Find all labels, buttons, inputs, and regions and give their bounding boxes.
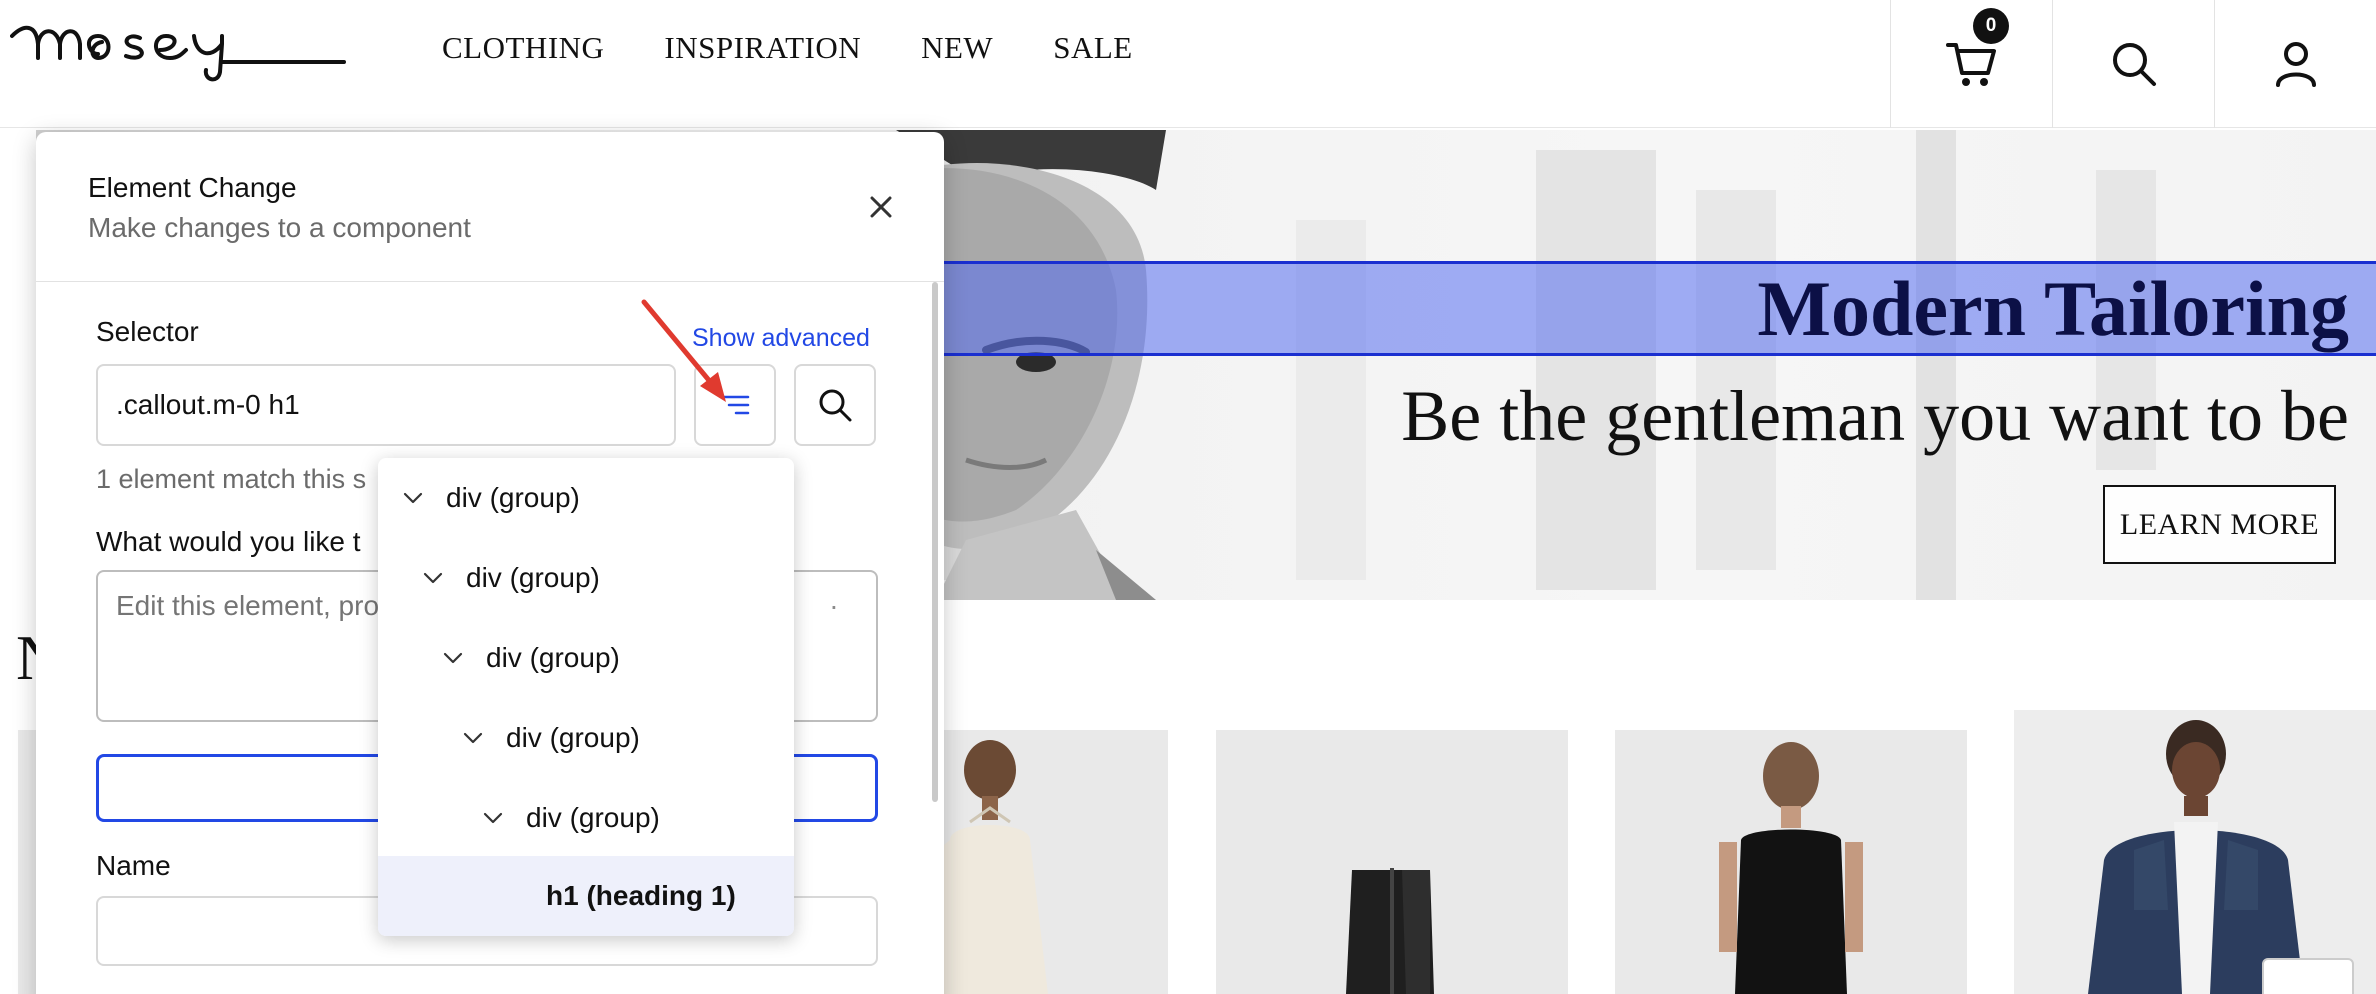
product-card[interactable] [1615, 730, 1967, 994]
panel-scrollbar[interactable] [932, 282, 938, 802]
tree-item[interactable]: div (group) [378, 458, 794, 538]
selector-search-button[interactable] [794, 364, 876, 446]
cart-icon [1945, 43, 1996, 86]
tree-item[interactable]: div (group) [378, 618, 794, 698]
account-button[interactable] [2214, 0, 2376, 128]
tree-item[interactable]: div (group) [378, 778, 794, 858]
tree-item-label: div (group) [526, 802, 660, 833]
element-tree-button[interactable] [694, 364, 776, 446]
tree-item[interactable]: div (group) [378, 538, 794, 618]
header-icons: 0 [1890, 0, 2376, 128]
tree-item-label: div (group) [506, 722, 640, 753]
chevron-down-icon [483, 812, 503, 824]
close-icon[interactable] [866, 192, 896, 222]
tree-item-selected[interactable]: h1 (heading 1) [378, 856, 794, 936]
chevron-down-icon [443, 652, 463, 664]
name-label: Name [96, 850, 171, 881]
chevron-down-icon [423, 572, 443, 584]
search-icon [2112, 43, 2156, 86]
panel-title: Element Change [88, 172, 297, 203]
match-count-text: 1 element match this s [96, 464, 367, 494]
product-card[interactable] [2014, 710, 2376, 994]
tree-item-label: div (group) [446, 482, 580, 513]
selector-label: Selector [96, 316, 199, 347]
cart-button[interactable]: 0 [1890, 0, 2052, 128]
nav-inspiration[interactable]: INSPIRATION [664, 28, 861, 68]
chevron-down-icon [463, 732, 483, 744]
tree-item-label: h1 (heading 1) [546, 880, 736, 911]
selector-input[interactable]: .callout.m-0 h1 [96, 364, 676, 446]
product-card[interactable] [930, 730, 1168, 994]
product-image [2088, 720, 2304, 994]
panel-subtitle: Make changes to a component [88, 212, 471, 243]
mosey-logo[interactable] [10, 14, 346, 84]
product-image [1719, 742, 1863, 994]
panel-header: Element Change Make changes to a compone… [36, 132, 944, 282]
product-image [930, 740, 1048, 994]
nav-clothing[interactable]: CLOTHING [442, 28, 604, 68]
hero-title: Modern Tailoring [1757, 265, 2349, 352]
user-icon [2275, 42, 2316, 87]
cart-count-badge: 0 [1973, 8, 2009, 44]
site-header: CLOTHING INSPIRATION NEW SALE 0 [0, 0, 2376, 128]
tree-item-label: div (group) [466, 562, 600, 593]
carousel-next-button[interactable] [2262, 958, 2354, 994]
learn-more-button[interactable]: LEARN MORE [2103, 485, 2336, 564]
chevron-down-icon [403, 492, 423, 504]
show-advanced-link[interactable]: Show advanced [692, 324, 870, 353]
nav-new[interactable]: NEW [921, 28, 993, 68]
tree-item-label: div (group) [486, 642, 620, 673]
product-card[interactable] [1216, 730, 1568, 994]
search-button[interactable] [2052, 0, 2214, 128]
hero-subtitle: Be the gentleman you want to be [1401, 376, 2349, 456]
instruction-label: What would you like t [96, 526, 361, 557]
nav-sale[interactable]: SALE [1053, 28, 1133, 68]
main-nav: CLOTHING INSPIRATION NEW SALE [442, 28, 1133, 68]
tree-item[interactable]: div (group) [378, 698, 794, 778]
textarea-placeholder-tail: . [830, 584, 838, 615]
search-icon [819, 389, 852, 422]
product-image [1346, 868, 1434, 994]
tree-filter-icon [720, 395, 750, 415]
element-tree-dropdown: div (group) div (group) div (group) div … [378, 458, 794, 936]
